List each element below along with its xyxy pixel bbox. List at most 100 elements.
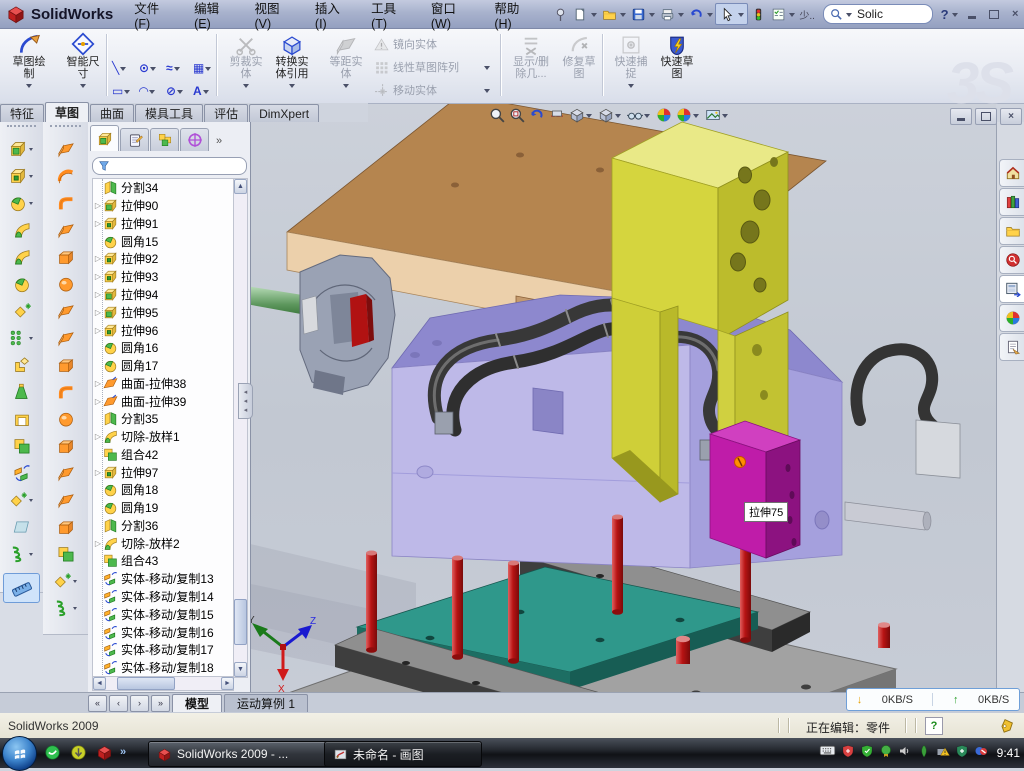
zoom-to-area-button[interactable] <box>508 106 526 124</box>
quicklaunch-downloader-icon[interactable] <box>68 742 88 762</box>
extruded-cut-button[interactable] <box>0 162 43 189</box>
start-button[interactable] <box>2 736 37 771</box>
tray-volume-icon[interactable] <box>898 744 912 763</box>
tree-item[interactable]: ▷拉伸91 <box>93 215 233 233</box>
tray-pc-manager-icon[interactable] <box>974 744 988 763</box>
draft-button[interactable] <box>0 378 43 405</box>
tree-item[interactable]: ▷拉伸90 <box>93 197 233 215</box>
menu-view[interactable]: 视图(V) <box>243 0 301 34</box>
reference-plane-button[interactable] <box>0 513 43 540</box>
menu-window[interactable]: 窗口(W) <box>420 0 481 34</box>
knit-surface-button[interactable] <box>43 351 88 378</box>
tab-草图[interactable]: 草图 <box>45 102 89 122</box>
tree-item[interactable]: ▷拉伸94 <box>93 286 233 304</box>
graphics-viewport[interactable]: Y Z X 拉伸75 <box>246 103 996 692</box>
swept-surface-button[interactable] <box>43 189 88 216</box>
expand-arrow-icon[interactable]: ▷ <box>93 326 103 335</box>
tree-item[interactable]: 圆角16 <box>93 339 233 357</box>
tree-item[interactable]: 实体-移动/复制16 <box>93 623 233 641</box>
tree-item[interactable]: 组合43 <box>93 552 233 570</box>
close-button[interactable]: × <box>1007 7 1024 22</box>
appearances-scenes-tab[interactable] <box>999 304 1024 332</box>
hole-wizard-button[interactable] <box>0 297 43 324</box>
search-caret-icon[interactable] <box>846 13 852 20</box>
extruded-surface-button[interactable] <box>43 135 88 162</box>
tree-item[interactable]: ▷曲面-拉伸38 <box>93 374 233 392</box>
menu-tools[interactable]: 工具(T) <box>360 0 418 34</box>
scroll-down-button[interactable]: ▼ <box>234 662 247 677</box>
fillet-button[interactable] <box>0 189 43 216</box>
tab-特征[interactable]: 特征 <box>0 104 44 122</box>
last-view-button[interactable] <box>528 106 546 124</box>
lofted-boss-button[interactable] <box>0 243 43 270</box>
tree-item[interactable]: 实体-移动/复制18 <box>93 659 233 677</box>
tree-horizontal-scrollbar[interactable]: ◄ ► <box>92 676 234 691</box>
tree-filter-input[interactable] <box>92 157 247 175</box>
tray-network-warning-icon[interactable] <box>936 744 950 763</box>
tree-item[interactable]: ▷曲面-拉伸39 <box>93 392 233 410</box>
help-button[interactable]: ? <box>941 7 949 22</box>
tree-item[interactable]: ▷切除-放样1 <box>93 428 233 446</box>
sketch-ellipse-icon[interactable]: ⊘ <box>166 84 185 98</box>
section-view-button[interactable] <box>548 106 566 124</box>
new-document-icon[interactable] <box>570 4 590 24</box>
helix-button[interactable] <box>0 540 43 567</box>
shell-button[interactable] <box>0 405 43 432</box>
lofted-surface-button[interactable] <box>43 216 88 243</box>
boundary-surface-button[interactable] <box>43 243 88 270</box>
tray-input-keyboard-icon[interactable] <box>819 742 836 764</box>
sketch-text-icon[interactable]: A <box>193 84 211 98</box>
menu-help[interactable]: 帮助(H) <box>483 0 542 34</box>
menu-insert[interactable]: 插入(I) <box>304 0 358 34</box>
linear-pattern-button[interactable] <box>0 324 43 351</box>
revolved-cut-button[interactable] <box>0 270 43 297</box>
quicklaunch-messenger-icon[interactable] <box>42 742 62 762</box>
tree-item[interactable]: ▷拉伸93 <box>93 268 233 286</box>
sprue-bushing-part[interactable] <box>300 255 395 395</box>
tab-模具工具[interactable]: 模具工具 <box>135 104 203 122</box>
edit-appearance-button[interactable] <box>655 106 673 124</box>
sketch-arc-icon[interactable]: ◠ <box>139 84 157 98</box>
save-icon[interactable] <box>628 4 648 24</box>
sketch-spline-icon[interactable]: ≈ <box>166 61 182 75</box>
minimize-button[interactable] <box>964 7 981 22</box>
scroll-up-button[interactable]: ▲ <box>234 179 247 194</box>
next-tab-button[interactable]: › <box>130 695 149 712</box>
offset-surface-button[interactable] <box>43 486 88 513</box>
menu-file[interactable]: 文件(F) <box>123 0 181 34</box>
tab-model[interactable]: 模型 <box>172 694 222 712</box>
move-copy-body-button[interactable] <box>0 459 43 486</box>
tree-item[interactable]: 实体-移动/复制13 <box>93 570 233 588</box>
scroll-right-button[interactable]: ► <box>221 677 234 690</box>
undo-caret-icon[interactable] <box>707 13 713 20</box>
tray-green-channel-icon[interactable] <box>917 744 931 763</box>
display-style-button[interactable] <box>597 106 624 124</box>
configurationmanager-tab[interactable] <box>150 128 179 151</box>
zoom-fit-button[interactable] <box>488 106 506 124</box>
tree-item[interactable]: 圆角15 <box>93 232 233 250</box>
combine-button[interactable] <box>0 432 43 459</box>
undo-icon[interactable] <box>686 4 706 24</box>
tab-DimXpert[interactable]: DimXpert <box>249 104 319 122</box>
tree-item[interactable]: 圆角18 <box>93 481 233 499</box>
taskbar-button-paint[interactable]: 未命名 - 画图 <box>324 741 482 767</box>
model-3d-assembly[interactable]: Y Z X <box>246 103 996 692</box>
tree-item[interactable]: 实体-移动/复制17 <box>93 641 233 659</box>
panel-tabs-more[interactable]: » <box>216 135 222 151</box>
help-caret-icon[interactable] <box>952 13 958 20</box>
open-document-caret-icon[interactable] <box>620 13 626 20</box>
pin-icon[interactable] <box>550 4 570 24</box>
quicklaunch-solidworks-icon[interactable] <box>94 742 114 762</box>
hide-show-items-button[interactable] <box>626 106 653 124</box>
scroll-thumb[interactable] <box>234 599 247 645</box>
first-tab-button[interactable]: « <box>88 695 107 712</box>
ejector-pin[interactable] <box>845 502 931 530</box>
extend-surface-button[interactable] <box>43 324 88 351</box>
expand-arrow-icon[interactable]: ▷ <box>93 290 103 299</box>
tab-motion-study[interactable]: 运动算例 1 <box>224 694 308 712</box>
tree-item[interactable]: ▷拉伸96 <box>93 321 233 339</box>
expand-arrow-icon[interactable]: ▷ <box>93 272 103 281</box>
sketch-line-icon[interactable]: ╲ <box>112 61 128 75</box>
solidworks-search-tab[interactable] <box>999 246 1024 274</box>
view-orientation-button[interactable] <box>568 106 595 124</box>
